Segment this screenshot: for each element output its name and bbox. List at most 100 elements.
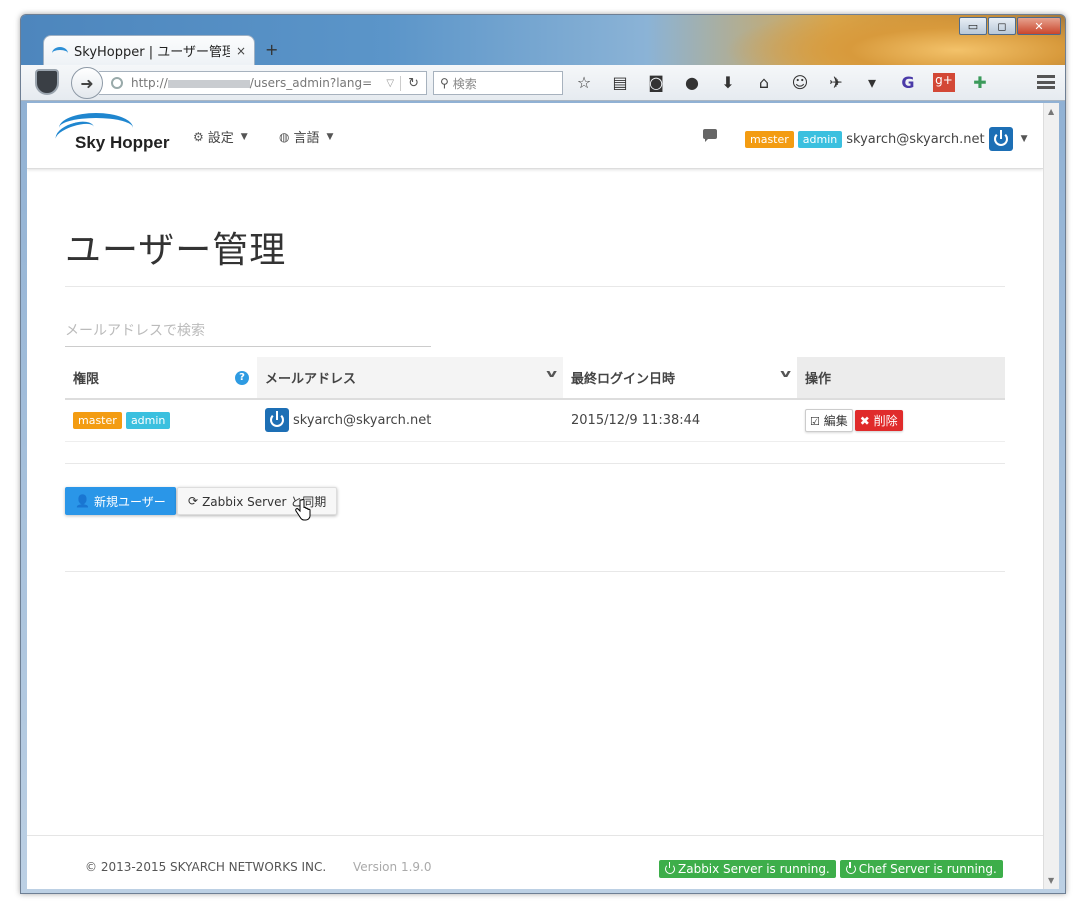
master-badge: master — [73, 411, 122, 429]
chef-status-label: Chef Server is running. — [858, 862, 997, 876]
bookmark-star-icon[interactable]: ☆ — [573, 73, 595, 92]
google-plus-icon[interactable]: g+ — [933, 73, 955, 92]
browser-window: ▭ ◻ ✕ SkyHopper | ユーザー管理 × + http:// /use… — [20, 14, 1066, 894]
footer: © 2013-2015 SKYARCH NETWORKS INC. Versio… — [27, 835, 1043, 889]
delete-label: 削除 — [873, 413, 898, 428]
shield-icon[interactable] — [35, 69, 59, 95]
edit-button[interactable]: ☑ 編集 — [805, 408, 853, 432]
header-email[interactable]: メールアドレス v — [257, 357, 563, 400]
language-menu[interactable]: ◍ 言語 ▼ — [279, 127, 334, 147]
vertical-scrollbar[interactable]: ▲ ▼ — [1043, 103, 1059, 889]
chevron-down-icon[interactable]: v — [546, 367, 557, 380]
menu-icon[interactable] — [1037, 75, 1055, 89]
table-header-row: 権限 ? メールアドレス v 最終ログイン日時 v 操作 — [65, 357, 1005, 400]
new-tab-button[interactable]: + — [265, 40, 278, 59]
admin-badge: admin — [797, 130, 843, 148]
minimize-button[interactable]: ▭ — [959, 17, 987, 35]
extension-icon[interactable]: ✈ — [825, 73, 847, 92]
header-actions: 操作 — [797, 357, 1005, 400]
caret-down-icon: ▼ — [326, 131, 334, 142]
download-icon[interactable]: ⬇ — [717, 73, 739, 92]
language-label: 言語 — [293, 131, 320, 146]
home-icon[interactable]: ⌂ — [753, 73, 775, 92]
window-controls: ▭ ◻ ✕ — [959, 17, 1061, 35]
user-menu[interactable]: master admin skyarch@skyarch.net ▼ — [745, 127, 1028, 151]
puzzle-icon[interactable]: ✚ — [969, 73, 991, 92]
chevron-down-icon[interactable]: v — [780, 367, 791, 380]
edit-label: 編集 — [823, 413, 848, 428]
user-email: skyarch@skyarch.net — [846, 131, 985, 147]
chat-icon[interactable] — [703, 129, 717, 142]
url-suffix: /users_admin?lang= — [249, 76, 373, 90]
header-role: 権限 ? — [65, 357, 257, 400]
copyright: © 2013-2015 SKYARCH NETWORKS INC. — [85, 860, 327, 874]
browser-search-placeholder: 検索 — [452, 76, 477, 91]
url-dropdown-icon[interactable]: ▽ — [386, 78, 394, 89]
pocket-icon[interactable]: ◙ — [645, 73, 667, 92]
sync-zabbix-button[interactable]: ⟳ Zabbix Server と同期 — [177, 487, 338, 515]
reading-list-icon[interactable]: ▤ — [609, 73, 631, 92]
search-icon: ⚲ — [440, 76, 449, 90]
reload-icon[interactable]: ↻ — [400, 75, 426, 91]
zabbix-status-badge: Zabbix Server is running. — [659, 860, 836, 878]
power-icon — [845, 862, 856, 874]
browser-search-input[interactable]: ⚲ 検索 — [433, 71, 563, 95]
smiley-icon[interactable]: ☺ — [789, 73, 811, 92]
globe-icon: ◍ — [279, 129, 290, 144]
g-extension-icon[interactable]: G — [897, 73, 919, 92]
scroll-down-icon[interactable]: ▼ — [1048, 876, 1054, 885]
app-navbar: Sky Hopper ⚙ 設定 ▼ ◍ 言語 ▼ master admin sk… — [27, 103, 1043, 169]
close-window-button[interactable]: ✕ — [1017, 17, 1061, 35]
question-icon[interactable]: ? — [235, 371, 249, 385]
zabbix-status-label: Zabbix Server is running. — [678, 862, 830, 876]
page-viewport: Sky Hopper ⚙ 設定 ▼ ◍ 言語 ▼ master admin sk… — [27, 103, 1043, 889]
times-icon: ✖ — [859, 413, 870, 428]
settings-menu[interactable]: ⚙ 設定 ▼ — [193, 127, 248, 147]
email-search-input[interactable] — [65, 315, 431, 347]
dropdown-icon[interactable]: ▾ — [861, 73, 883, 92]
chef-status-badge: Chef Server is running. — [839, 860, 1003, 878]
divider — [65, 571, 1005, 572]
power-icon — [665, 862, 675, 874]
power-icon — [265, 408, 289, 433]
addon-icon[interactable]: ● — [681, 73, 703, 92]
admin-badge: admin — [125, 411, 171, 429]
delete-button[interactable]: ✖ 削除 — [854, 409, 903, 431]
new-user-label: 新規ユーザー — [93, 494, 166, 509]
back-button[interactable]: ➜ — [71, 67, 103, 99]
gears-icon: ⚙ — [193, 129, 204, 144]
url-prefix: http:// — [131, 76, 168, 90]
toolbar-icons: ☆ ▤ ◙ ● ⬇ ⌂ ☺ ✈ ▾ G g+ ✚ — [573, 73, 991, 92]
last-login-cell: 2015/12/9 11:38:44 — [563, 399, 797, 442]
server-status: Zabbix Server is running. Chef Server is… — [659, 860, 1003, 878]
skyhopper-favicon-icon — [52, 45, 68, 57]
actions-cell: ☑ 編集 ✖ 削除 — [797, 399, 1005, 442]
table-row: master admin skyarch@skyarch.net 2015/12… — [65, 399, 1005, 442]
hand-cursor-icon — [295, 499, 311, 521]
settings-label: 設定 — [207, 131, 234, 146]
maximize-button[interactable]: ◻ — [988, 17, 1016, 35]
role-cell: master admin — [65, 399, 257, 442]
divider — [65, 286, 1005, 287]
url-redacted — [167, 79, 250, 88]
version-label: Version 1.9.0 — [353, 860, 432, 874]
page-title: ユーザー管理 — [65, 230, 287, 271]
header-email-label: メールアドレス — [265, 372, 357, 387]
tab-close-icon[interactable]: × — [236, 44, 246, 58]
header-last-login[interactable]: 最終ログイン日時 v — [563, 357, 797, 400]
master-badge: master — [745, 130, 794, 148]
tab-title: SkyHopper | ユーザー管理 — [74, 45, 230, 60]
users-table: 権限 ? メールアドレス v 最終ログイン日時 v 操作 master admi… — [65, 357, 1005, 442]
header-actions-label: 操作 — [805, 372, 832, 387]
new-user-button[interactable]: 👤 新規ユーザー — [65, 487, 176, 515]
row-email: skyarch@skyarch.net — [293, 412, 432, 428]
url-text[interactable]: http:// /users_admin?lang= — [131, 76, 380, 90]
header-role-label: 権限 — [73, 372, 100, 387]
scroll-up-icon[interactable]: ▲ — [1048, 107, 1054, 116]
url-bar[interactable]: http:// /users_admin?lang= ▽ ↻ — [99, 71, 427, 95]
browser-tab[interactable]: SkyHopper | ユーザー管理 × — [43, 35, 255, 65]
browser-toolbar: http:// /users_admin?lang= ▽ ↻ ➜ ⚲ 検索 ☆ ▤… — [21, 65, 1065, 101]
logo-text: Sky Hopper — [75, 133, 170, 152]
skyhopper-logo[interactable]: Sky Hopper — [52, 109, 177, 159]
refresh-icon: ⟳ — [188, 494, 199, 508]
